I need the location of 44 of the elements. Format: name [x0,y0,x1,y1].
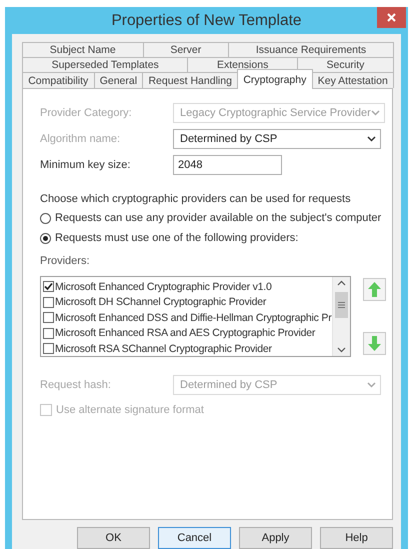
dialog-button[interactable]: Apply [239,527,312,549]
field-label: Algorithm name: [40,133,122,145]
tab[interactable]: Subject Name [22,42,144,57]
checkbox[interactable] [43,296,54,308]
close-button[interactable] [377,7,406,28]
radio-label[interactable]: Requests can use any provider available on the subject's computer [55,212,382,224]
list-item[interactable]: Microsoft Enhanced Cryptographic Provider v1.0 [55,280,272,293]
instruction-text: Choose which cryptographic providers can be used for requests [40,193,352,205]
window-title: Properties of New Template [111,12,302,30]
list-item[interactable]: Microsoft DH SChannel Cryptographic Provider [55,296,266,308]
tab[interactable]: Request Handling [142,72,238,88]
section-label: Providers: [40,255,91,267]
tab[interactable]: Compatibility [22,72,94,88]
list-item[interactable]: Microsoft Enhanced RSA and AES Cryptographic Provider [55,327,316,340]
scroll-thumb[interactable] [334,292,348,318]
list-item[interactable]: Microsoft RSA SChannel Cryptographic Provider [55,342,272,355]
tab[interactable]: Key Attestation [312,72,394,88]
dropdown[interactable]: Determined by CSP [173,129,381,149]
tab[interactable]: Security [296,57,394,72]
field-label: Request hash: [40,379,112,391]
chevron-down-icon [370,110,380,116]
checkbox[interactable] [43,312,54,324]
dialog-button[interactable]: OK [77,527,150,549]
tab[interactable]: Superseded Templates [22,57,188,72]
checkbox[interactable] [43,343,54,354]
checkbox[interactable] [43,328,54,339]
scrollbar[interactable] [332,277,350,356]
dialog-button[interactable]: Help [320,527,393,549]
list-item[interactable]: Microsoft Enhanced DSS and Diffie-Hellman Cryptographic Pr [55,312,332,324]
field-label: Provider Category: [40,107,133,119]
chevron-down-icon [367,382,376,388]
arrow-up-icon [368,282,380,297]
chevron-down-icon [367,136,376,142]
radio-button[interactable] [40,232,51,244]
tab[interactable]: Cryptography [237,69,313,89]
close-icon [387,13,396,22]
tab[interactable]: Issuance Requirements [228,42,394,57]
input-field[interactable]: 2048 [173,155,282,175]
field-label: Minimum key size: [40,159,132,171]
dialog-button[interactable]: Cancel [158,527,231,549]
checkbox[interactable] [43,281,54,292]
radio-label[interactable]: Requests must use one of the following providers: [55,232,298,244]
arrow-down-icon [368,336,380,351]
radio-button[interactable] [40,212,51,224]
